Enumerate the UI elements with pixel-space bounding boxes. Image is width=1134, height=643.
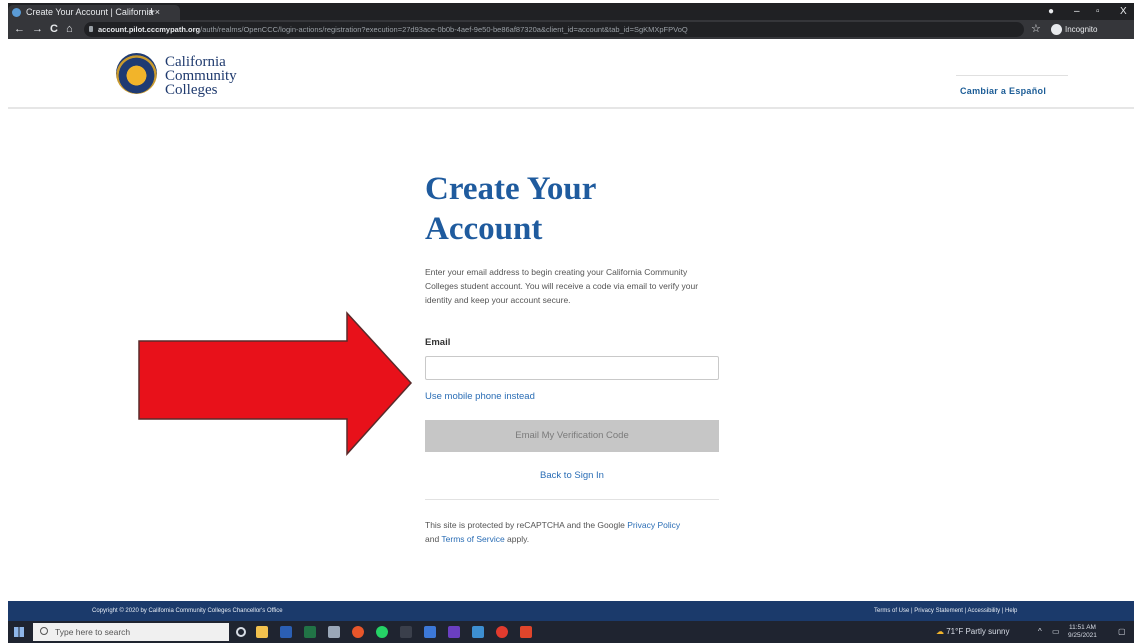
word-icon[interactable] [280,626,292,638]
site-favicon-icon [12,8,21,17]
page-title-line-1: Create Your [425,171,597,207]
notifications-icon[interactable]: ▢ [1118,621,1126,643]
app-icon[interactable] [400,626,412,638]
cortana-icon[interactable] [236,627,246,637]
logo-line-2: Community [165,68,237,84]
email-label: Email [425,337,451,348]
excel-icon[interactable] [304,626,316,638]
browser-tab-strip: Create Your Account | California × + ● –… [8,3,1134,20]
logo-wordmark[interactable]: California Community Colleges [165,54,237,98]
recaptcha-and: and [425,534,442,544]
search-icon [40,627,48,635]
brave-icon[interactable] [520,626,532,638]
chrome-icon[interactable] [352,626,364,638]
close-window-button[interactable]: X [1120,3,1127,20]
incognito-indicator[interactable]: Incognito [1048,22,1103,37]
logo-line-1: California [165,54,226,70]
footer-links[interactable]: Terms of Use | Privacy Statement | Acces… [874,601,1017,621]
logo-line-3: Colleges [165,82,218,98]
network-icon[interactable]: ▭ [1052,621,1060,643]
windows-taskbar: Type here to search ☁ 71°F Partly sunny … [8,621,1134,643]
back-to-sign-in-link[interactable]: Back to Sign In [425,470,719,481]
browser-app-icon[interactable] [496,626,508,638]
site-header: California Community Colleges Cambiar a … [8,39,1134,109]
clock-date: 9/25/2021 [1068,632,1097,639]
tab-close-icon[interactable]: × [155,5,160,20]
recaptcha-suffix: apply. [504,534,530,544]
page-title: Create Your Account [425,169,725,249]
windows-start-icon[interactable] [14,627,24,637]
email-verification-code-button[interactable]: Email My Verification Code [425,420,719,452]
url-path: /auth/realms/OpenCCC/login-actions/regis… [200,25,688,34]
recaptcha-notice: This site is protected by reCAPTCHA and … [425,518,685,546]
lock-icon [89,26,93,32]
bookmark-star-icon[interactable]: ☆ [1031,20,1041,39]
browser-toolbar: ← → C ⌂ account.pilot.cccmypath.org/auth… [8,20,1134,39]
taskbar-search-placeholder: Type here to search [55,627,131,637]
form-divider [425,499,719,500]
tab-title: Create Your Account | California [26,7,154,17]
notes-app-icon[interactable] [448,626,460,638]
minimize-button[interactable]: – [1074,3,1080,20]
whatsapp-icon[interactable] [376,626,388,638]
paint-icon[interactable] [328,626,340,638]
intro-text: Enter your email address to begin creati… [425,267,699,305]
incognito-label: Incognito [1065,25,1098,34]
page-title-line-2: Account [425,211,543,247]
weather-text: 71°F Partly sunny [946,627,1010,636]
clock-time: 11:51 AM [1068,624,1096,631]
terms-of-service-link[interactable]: Terms of Service [441,534,504,544]
taskbar-search[interactable]: Type here to search [33,623,229,641]
new-tab-button[interactable]: + [148,3,155,20]
use-mobile-phone-link[interactable]: Use mobile phone instead [425,391,535,402]
back-arrow-icon[interactable]: ← [14,20,25,39]
site-footer: Copyright © 2020 by California Community… [8,601,1134,621]
profile-dot-icon[interactable]: ● [1048,3,1054,20]
address-bar[interactable]: account.pilot.cccmypath.org/auth/realms/… [84,22,1024,37]
recaptcha-prefix: This site is protected by reCAPTCHA and … [425,520,628,530]
red-arrow-annotation [138,311,413,456]
language-divider [956,75,1068,76]
language-toggle-link[interactable]: Cambiar a Español [960,86,1046,96]
url-host: account.pilot.cccmypath.org [98,25,201,34]
ccc-logo-icon[interactable] [116,53,157,94]
home-icon[interactable]: ⌂ [66,20,73,39]
arrow-shape [138,311,413,456]
copyright-text: Copyright © 2020 by California Community… [92,608,283,614]
taskbar-clock[interactable]: 11:51 AM 9/25/2021 [1068,624,1097,640]
mail-icon[interactable] [424,626,436,638]
file-explorer-icon[interactable] [256,626,268,638]
tray-chevron-icon[interactable]: ^ [1038,621,1042,643]
restore-button[interactable]: ▫ [1096,3,1100,20]
email-field[interactable] [425,356,719,380]
weather-widget[interactable]: ☁ 71°F Partly sunny [936,621,1009,643]
reload-icon[interactable]: C [50,20,58,39]
privacy-policy-link[interactable]: Privacy Policy [627,520,680,530]
weather-icon: ☁ [936,627,944,636]
teams-icon[interactable] [472,626,484,638]
screen: { "browser": { "tab_title": "Create Your… [0,0,1134,643]
incognito-icon [1051,24,1062,35]
forward-arrow-icon[interactable]: → [32,20,43,39]
